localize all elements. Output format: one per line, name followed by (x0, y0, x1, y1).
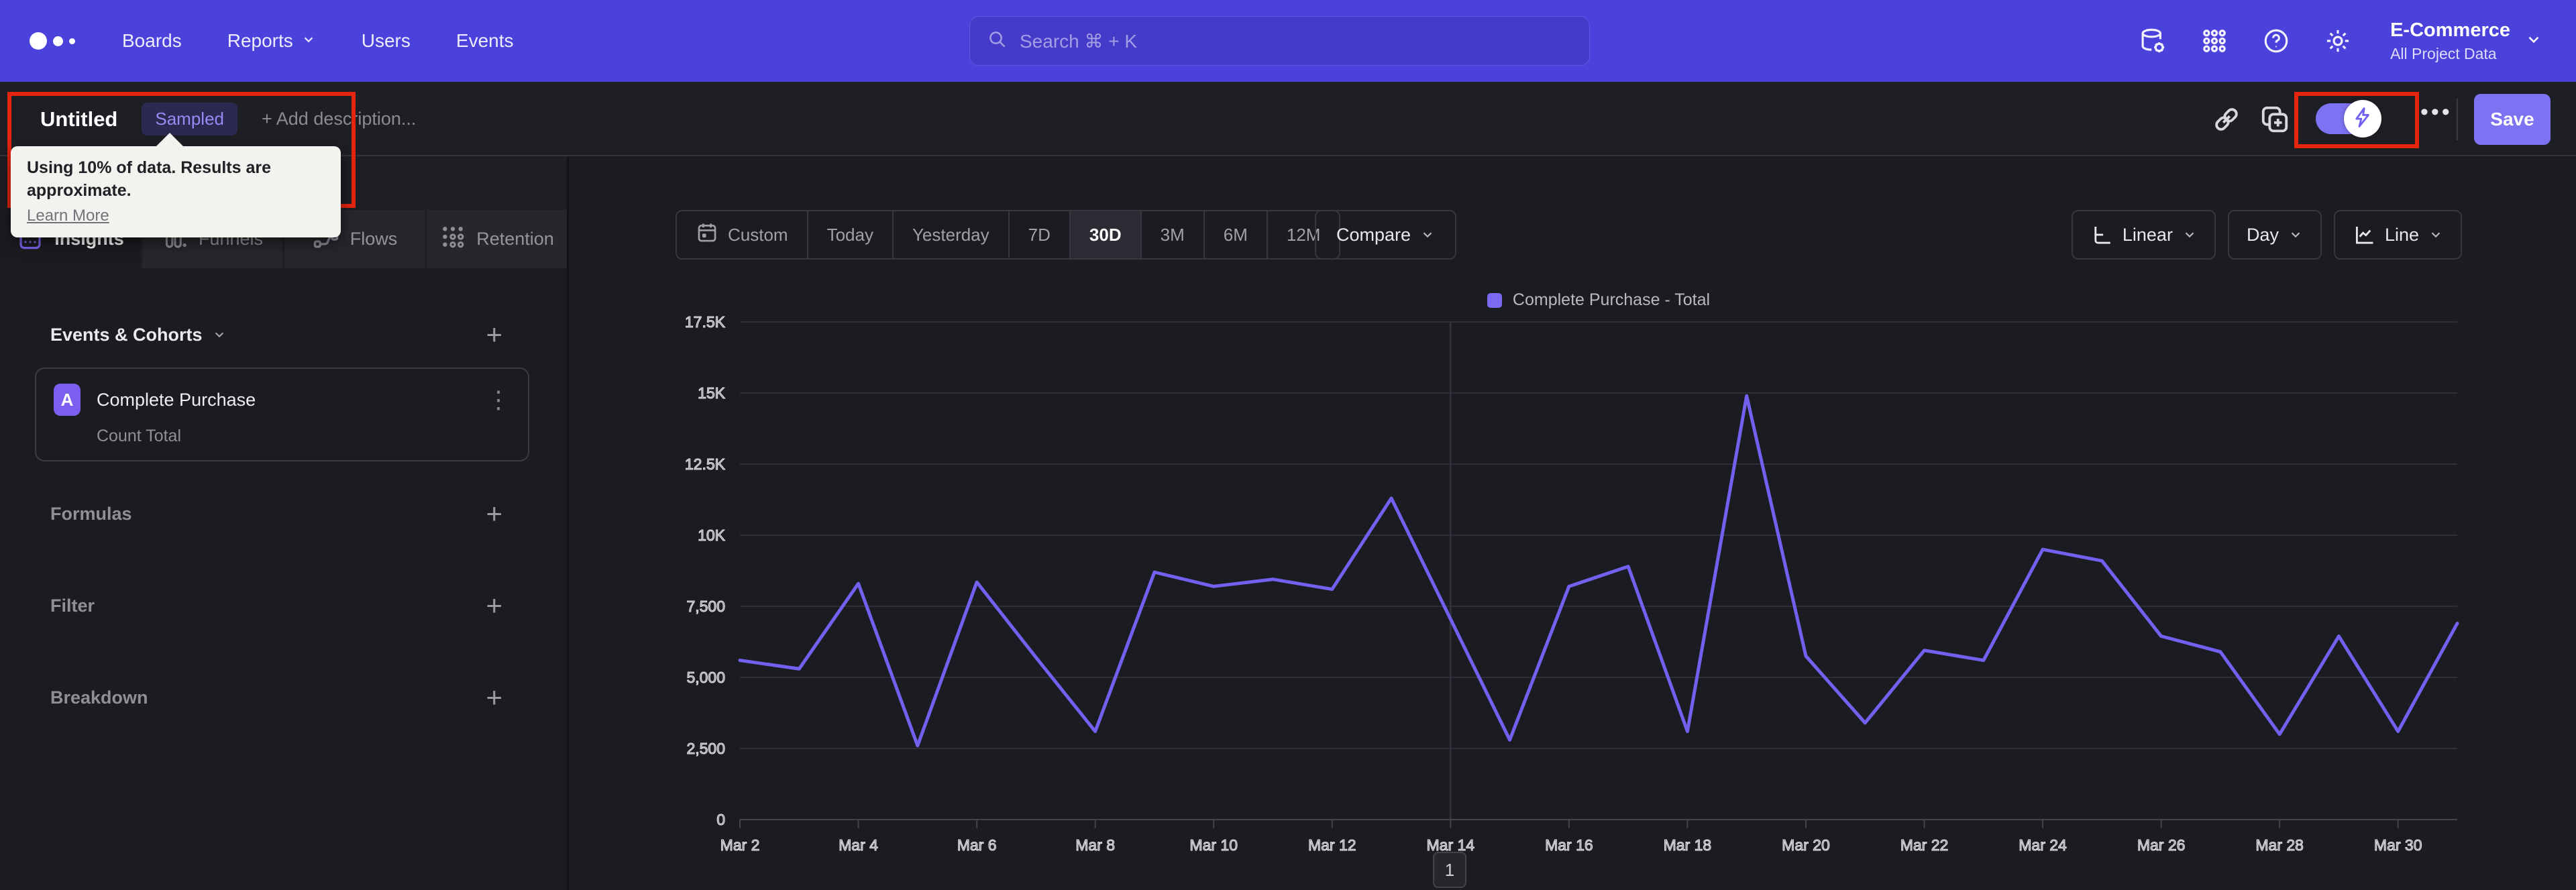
mixpanel-logo-icon[interactable] (30, 32, 75, 50)
retention-icon (439, 223, 466, 256)
project-name: E-Commerce (2390, 19, 2510, 41)
sidebar-body: Events & Cohorts + A Complete Purchase ⋮… (0, 268, 567, 890)
data-management-icon[interactable] (2138, 26, 2167, 56)
svg-text:Mar 10: Mar 10 (1189, 836, 1238, 854)
svg-text:Mar 2: Mar 2 (720, 836, 760, 854)
help-icon[interactable] (2261, 26, 2291, 56)
event-kebab-menu[interactable]: ⋮ (486, 388, 511, 412)
breakdown-heading: Breakdown (50, 687, 148, 708)
svg-text:Mar 26: Mar 26 (2137, 836, 2186, 854)
report-title-bar: Untitled Sampled + Add description... ••… (0, 82, 2576, 156)
nav-item-label: Users (361, 30, 411, 51)
add-event-button[interactable]: + (486, 321, 502, 349)
tab-retention[interactable]: Retention (427, 210, 567, 268)
svg-text:Mar 8: Mar 8 (1075, 836, 1115, 854)
event-card[interactable]: A Complete Purchase ⋮ Count Total (35, 368, 529, 461)
chevron-down-icon (301, 30, 316, 52)
settings-gear-icon[interactable] (2323, 26, 2353, 56)
save-button[interactable]: Save (2474, 94, 2551, 145)
search-input[interactable]: Search ⌘ + K (969, 16, 1590, 66)
add-breakdown-button[interactable]: + (486, 683, 502, 712)
event-series-badge: A (54, 384, 80, 416)
svg-text:Mar 24: Mar 24 (2019, 836, 2067, 854)
chevron-down-icon (2525, 31, 2542, 52)
copy-link-icon[interactable] (2211, 104, 2242, 135)
svg-text:Mar 20: Mar 20 (1782, 836, 1830, 854)
chart-panel: Custom Today Yesterday 7D 30D 3M 6M 12M … (567, 156, 2576, 890)
project-switcher[interactable]: E-Commerce All Project Data (2390, 19, 2542, 63)
search-icon (987, 30, 1008, 53)
nav-item-boards[interactable]: Boards (122, 30, 182, 52)
svg-text:0: 0 (716, 811, 725, 828)
svg-text:Mar 16: Mar 16 (1545, 836, 1593, 854)
nav-item-events[interactable]: Events (456, 30, 514, 52)
nav-item-users[interactable]: Users (362, 30, 411, 52)
svg-text:2,500: 2,500 (686, 740, 725, 757)
events-cohorts-heading[interactable]: Events & Cohorts (50, 325, 227, 345)
add-formula-button[interactable]: + (486, 500, 502, 528)
svg-text:Mar 30: Mar 30 (2374, 836, 2422, 854)
learn-more-link[interactable]: Learn More (27, 207, 109, 225)
events-cohorts-label: Events & Cohorts (50, 324, 203, 345)
sampled-badge[interactable]: Sampled (142, 103, 237, 135)
nav-item-reports[interactable]: Reports (227, 30, 316, 52)
top-nav: Boards Reports Users Events Search ⌘ + K (0, 0, 2576, 82)
query-sidebar: Insights Funnels Flows Retention Events … (0, 156, 567, 890)
svg-text:17.5K: 17.5K (685, 313, 726, 331)
nav-item-label: Reports (227, 30, 293, 51)
svg-text:12.5K: 12.5K (685, 455, 726, 473)
nav-item-label: Boards (122, 30, 182, 51)
svg-text:7,500: 7,500 (686, 598, 725, 615)
event-name[interactable]: Complete Purchase (97, 390, 256, 410)
add-filter-button[interactable]: + (486, 592, 502, 620)
lightning-bolt-icon (2351, 106, 2374, 132)
project-scope: All Project Data (2390, 44, 2497, 62)
svg-text:Mar 4: Mar 4 (839, 836, 878, 854)
page-number: 1 (1444, 859, 1455, 880)
tab-label: Retention (476, 229, 554, 249)
svg-text:Mar 22: Mar 22 (1900, 836, 1949, 854)
chevron-down-icon (215, 332, 223, 338)
nav-right-cluster: E-Commerce All Project Data (2138, 0, 2542, 82)
event-aggregation[interactable]: Count Total (97, 427, 511, 446)
svg-text:10K: 10K (698, 526, 726, 544)
sampling-toggle[interactable] (2316, 100, 2381, 137)
line-chart: 0 2,500 5,000 7,500 10K 12.5K 15K 17.5K Mar 2 Mar… (684, 313, 2459, 854)
sampling-tooltip: Using 10% of data. Results are approxima… (11, 133, 341, 237)
svg-text:Mar 12: Mar 12 (1308, 836, 1356, 854)
tab-label: Flows (350, 229, 398, 249)
filter-heading: Filter (50, 595, 95, 616)
formulas-heading: Formulas (50, 503, 132, 524)
svg-text:5,000: 5,000 (686, 669, 725, 686)
more-menu-button[interactable]: ••• (2420, 99, 2453, 125)
titlebar-divider (2457, 99, 2458, 140)
svg-text:15K: 15K (698, 384, 726, 402)
apps-grid-icon[interactable] (2200, 26, 2229, 56)
add-description-button[interactable]: + Add description... (262, 109, 416, 129)
nav-item-label: Events (455, 30, 514, 51)
sampling-toggle-knob (2344, 100, 2381, 137)
svg-text:Mar 18: Mar 18 (1664, 836, 1712, 854)
report-title[interactable]: Untitled (40, 107, 117, 131)
search-placeholder: Search ⌘ + K (1020, 30, 1138, 52)
tooltip-text: Using 10% of data. Results are approxima… (27, 158, 272, 200)
svg-text:Mar 6: Mar 6 (957, 836, 997, 854)
add-to-board-icon[interactable] (2259, 104, 2290, 135)
pagination-page-1[interactable]: 1 (1433, 852, 1466, 888)
svg-text:Mar 28: Mar 28 (2255, 836, 2304, 854)
